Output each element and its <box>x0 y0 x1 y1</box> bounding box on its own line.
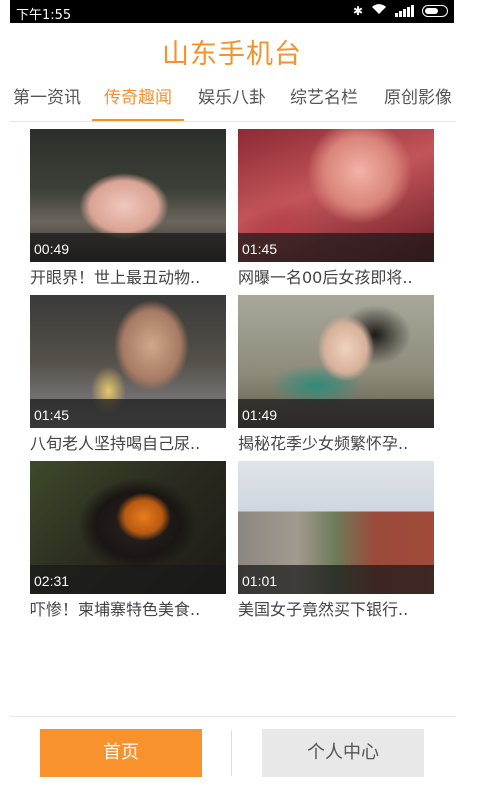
button-separator <box>231 730 232 776</box>
app-title: 山东手机台 <box>162 39 302 70</box>
video-card[interactable]: 01:01 美国女子竟然买下银行.. <box>238 461 434 619</box>
category-tabs: 第一资讯 传奇趣闻 娱乐八卦 综艺名栏 原创影像 <box>0 84 464 122</box>
tab-news[interactable]: 第一资讯 <box>10 84 84 122</box>
video-duration: 01:01 <box>242 573 278 589</box>
video-card[interactable]: 01:45 网曝一名00后女孩即将.. <box>238 129 434 287</box>
tab-entertainment[interactable]: 娱乐八卦 <box>194 84 270 122</box>
signal-icon <box>395 5 414 17</box>
video-duration: 01:49 <box>242 407 278 423</box>
status-bar: 下午1:55 ✱ <box>10 0 454 23</box>
tab-original[interactable]: 原创影像 <box>380 84 456 122</box>
bottom-divider <box>10 716 456 717</box>
video-card[interactable]: 01:45 八旬老人坚持喝自己尿.. <box>30 295 226 453</box>
video-thumbnail[interactable]: 01:45 <box>238 129 434 262</box>
video-card[interactable]: 02:31 吓惨！柬埔寨特色美食.. <box>30 461 226 619</box>
video-duration: 02:31 <box>34 573 70 589</box>
video-title[interactable]: 美国女子竟然买下银行.. <box>238 596 434 620</box>
status-time: 下午1:55 <box>16 8 72 23</box>
video-card[interactable]: 00:49 开眼界！世上最丑动物.. <box>30 129 226 287</box>
status-icons: ✱ <box>353 3 448 19</box>
video-title[interactable]: 开眼界！世上最丑动物.. <box>30 264 226 288</box>
video-thumbnail[interactable]: 02:31 <box>30 461 226 594</box>
home-button[interactable]: 首页 <box>40 729 202 777</box>
video-title[interactable]: 揭秘花季少女频繁怀孕.. <box>238 430 434 454</box>
tab-variety[interactable]: 综艺名栏 <box>287 84 361 122</box>
tab-legends[interactable]: 传奇趣闻 <box>92 84 184 122</box>
bluetooth-icon: ✱ <box>352 4 363 18</box>
video-duration: 01:45 <box>242 241 278 257</box>
tabs-divider <box>10 121 456 122</box>
video-thumbnail[interactable]: 01:01 <box>238 461 434 594</box>
video-thumbnail[interactable]: 00:49 <box>30 129 226 262</box>
video-thumbnail[interactable]: 01:45 <box>30 295 226 428</box>
video-duration: 01:45 <box>34 407 70 423</box>
video-title[interactable]: 八旬老人坚持喝自己尿.. <box>30 430 226 454</box>
video-title[interactable]: 网曝一名00后女孩即将.. <box>238 264 434 288</box>
profile-button[interactable]: 个人中心 <box>262 729 424 777</box>
video-duration: 00:49 <box>34 241 70 257</box>
video-thumbnail[interactable]: 01:49 <box>238 295 434 428</box>
wifi-icon <box>371 3 387 19</box>
video-title[interactable]: 吓惨！柬埔寨特色美食.. <box>30 596 226 620</box>
battery-icon <box>422 5 448 17</box>
video-card[interactable]: 01:49 揭秘花季少女频繁怀孕.. <box>238 295 434 453</box>
